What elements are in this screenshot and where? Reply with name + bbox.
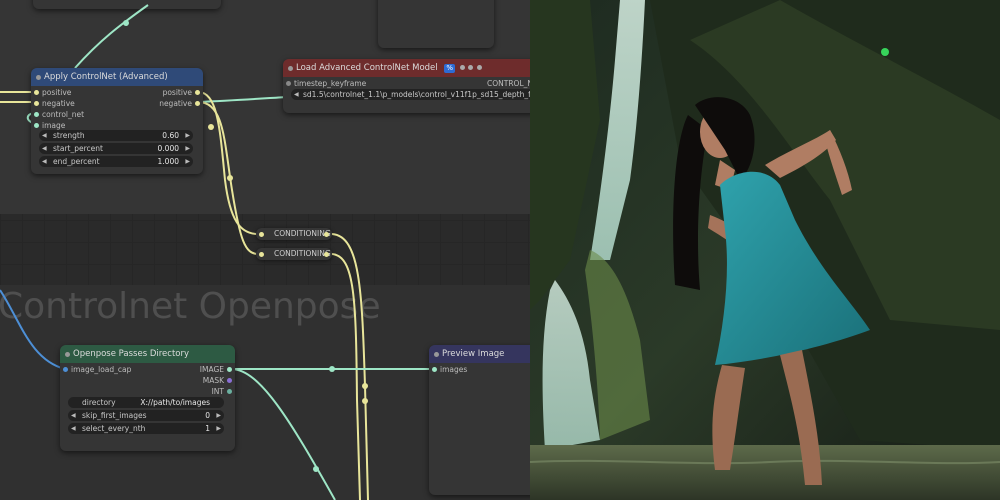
collapse-dot-icon[interactable]	[65, 352, 70, 357]
preview-image-node[interactable]: Preview Image images	[429, 345, 530, 495]
decrement-arrow-icon[interactable]: ◀	[71, 423, 76, 434]
output-label-positive: positive	[162, 88, 192, 97]
input-slot-positive[interactable]	[34, 90, 39, 95]
input-slot-timestep-keyframe[interactable]	[286, 81, 291, 86]
increment-arrow-icon[interactable]: ▶	[185, 130, 190, 141]
widget-value: 1	[205, 424, 210, 433]
badge: %	[444, 64, 456, 73]
decrement-arrow-icon[interactable]: ◀	[42, 156, 47, 167]
widget-label: strength	[53, 131, 85, 140]
output-label-mask: MASK	[202, 376, 224, 385]
output-slot[interactable]	[324, 252, 329, 257]
widget-value: 0.60	[162, 131, 179, 140]
load-controlnet-node[interactable]: Load Advanced ControlNet Model % timeste…	[283, 59, 530, 113]
increment-arrow-icon[interactable]: ▶	[216, 423, 221, 434]
node-title: Preview Image	[442, 349, 505, 359]
widget-label: end_percent	[53, 157, 100, 166]
widget-value: 1.000	[157, 157, 179, 166]
widget-label: directory	[82, 398, 116, 407]
widget-value: sd1.5\controlnet_1.1\p_models\control_v1…	[303, 90, 530, 99]
openpose-passes-directory-node[interactable]: Openpose Passes Directory image_load_cap…	[60, 345, 235, 451]
input-slot-image-load-cap[interactable]	[63, 367, 68, 372]
output-label-negative: negative	[159, 99, 192, 108]
reroute-label: CONDITIONING	[274, 249, 331, 258]
collapse-dot-icon[interactable]	[288, 66, 293, 71]
output-label-int: INT	[211, 387, 224, 396]
node-graph-canvas[interactable]: Controlnet Openpose Apply ControlNet (Ad…	[0, 0, 530, 500]
input-slot-image[interactable]	[34, 123, 39, 128]
input-slot[interactable]	[259, 232, 264, 237]
reroute-label: CONDITIONING	[274, 229, 331, 238]
input-slot[interactable]	[259, 252, 264, 257]
increment-arrow-icon[interactable]: ▶	[185, 143, 190, 154]
status-dot-icon	[459, 65, 465, 70]
output-slot-int[interactable]	[227, 389, 232, 394]
apply-controlnet-header[interactable]: Apply ControlNet (Advanced)	[31, 68, 203, 86]
widget-label: skip_first_images	[82, 411, 147, 420]
widget-value: 0.000	[157, 144, 179, 153]
widget-value: 0	[205, 411, 210, 420]
load-controlnet-header[interactable]: Load Advanced ControlNet Model %	[283, 59, 530, 77]
input-label-control-net: control_net	[42, 110, 85, 119]
output-slot-mask[interactable]	[227, 378, 232, 383]
node-title: Apply ControlNet (Advanced)	[44, 72, 168, 82]
end-percent-widget[interactable]: ◀ end_percent 1.000 ▶	[39, 156, 193, 167]
photo-illustration	[530, 0, 1000, 500]
widget-value: X://path/to/images	[140, 398, 210, 407]
decrement-arrow-icon[interactable]: ◀	[294, 89, 299, 100]
node-title: Load Advanced ControlNet Model	[296, 63, 438, 73]
model-name-widget[interactable]: ◀ sd1.5\controlnet_1.1\p_models\control_…	[291, 89, 530, 100]
output-label-image: IMAGE	[199, 365, 224, 374]
input-slot-negative[interactable]	[34, 101, 39, 106]
preview-photo	[530, 0, 1000, 500]
input-label-negative: negative	[42, 99, 75, 108]
input-label-image-load-cap: image_load_cap	[71, 365, 132, 374]
directory-widget[interactable]: directory X://path/to/images	[68, 397, 224, 408]
status-dot-icon	[468, 65, 474, 70]
skip-first-images-widget[interactable]: ◀ skip_first_images 0 ▶	[68, 410, 224, 421]
start-percent-widget[interactable]: ◀ start_percent 0.000 ▶	[39, 143, 193, 154]
node-title: Openpose Passes Directory	[73, 349, 190, 359]
input-label-timestep-keyframe: timestep_keyframe	[294, 79, 367, 88]
select-every-nth-widget[interactable]: ◀ select_every_nth 1 ▶	[68, 423, 224, 434]
output-slot-image[interactable]	[227, 367, 232, 372]
output-slot-positive[interactable]	[195, 90, 200, 95]
preview-image-header[interactable]: Preview Image	[429, 345, 530, 363]
input-label-images: images	[440, 365, 468, 374]
collapse-dot-icon[interactable]	[36, 75, 41, 80]
decrement-arrow-icon[interactable]: ◀	[42, 130, 47, 141]
decrement-arrow-icon[interactable]: ◀	[71, 410, 76, 421]
strength-widget[interactable]: ◀ strength 0.60 ▶	[39, 130, 193, 141]
output-slot-negative[interactable]	[195, 101, 200, 106]
apply-controlnet-node[interactable]: Apply ControlNet (Advanced) positive neg…	[31, 68, 203, 174]
input-slot-images[interactable]	[432, 367, 437, 372]
input-label-positive: positive	[42, 88, 72, 97]
collapse-dot-icon[interactable]	[434, 352, 439, 357]
input-slot-control-net[interactable]	[34, 112, 39, 117]
output-label-control-net: CONTROL_NET	[487, 79, 530, 88]
decrement-arrow-icon[interactable]: ◀	[42, 143, 47, 154]
status-dot-icon	[477, 65, 483, 70]
increment-arrow-icon[interactable]: ▶	[216, 410, 221, 421]
input-label-image: image	[42, 121, 66, 130]
output-slot[interactable]	[324, 232, 329, 237]
increment-arrow-icon[interactable]: ▶	[185, 156, 190, 167]
reroute-conditioning-1[interactable]: CONDITIONING	[256, 228, 332, 240]
widget-label: select_every_nth	[82, 424, 146, 433]
openpose-header[interactable]: Openpose Passes Directory	[60, 345, 235, 363]
reroute-conditioning-2[interactable]: CONDITIONING	[256, 248, 332, 260]
widget-label: start_percent	[53, 144, 103, 153]
